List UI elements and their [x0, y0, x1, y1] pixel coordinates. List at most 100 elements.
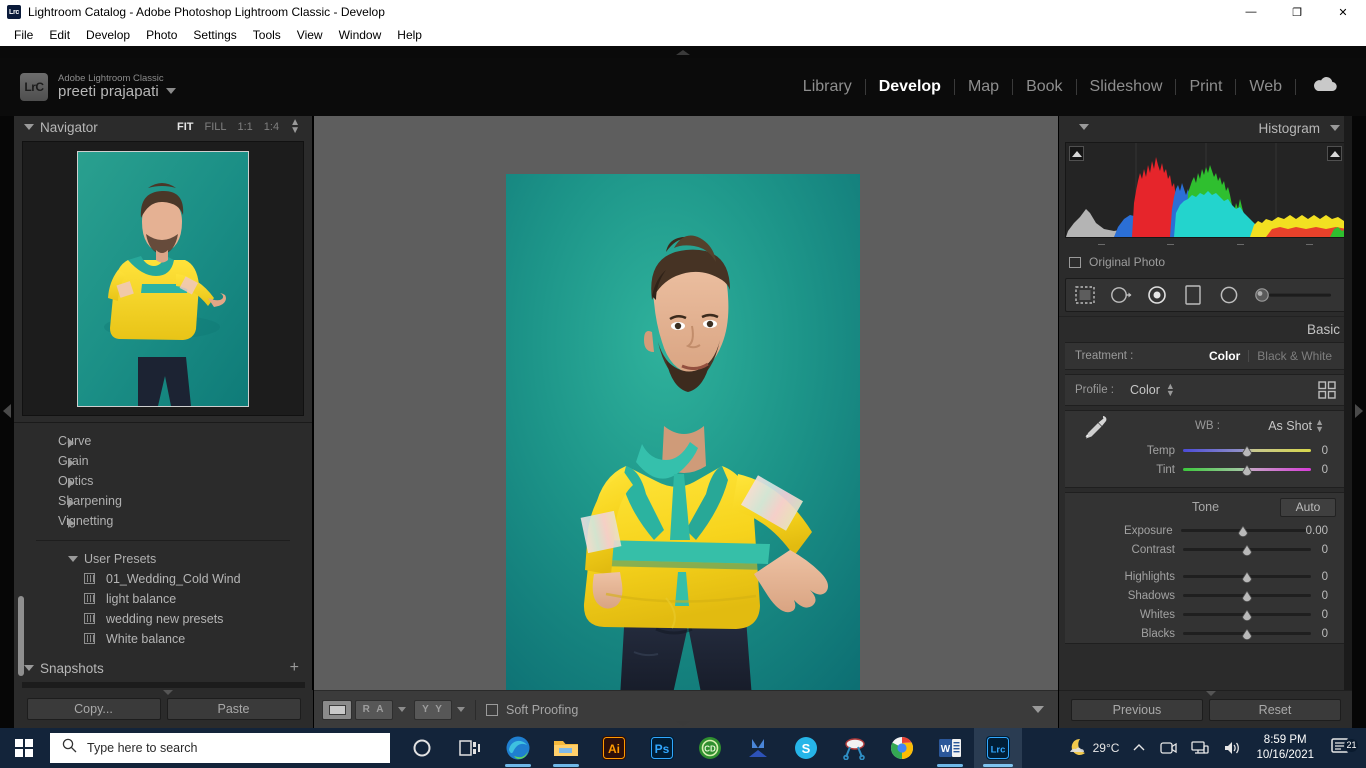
- zoom-fit[interactable]: FIT: [177, 121, 194, 133]
- slider-temp[interactable]: Temp 0: [1065, 441, 1346, 460]
- wb-value[interactable]: As Shot: [1268, 419, 1312, 433]
- preset-item[interactable]: 01_Wedding_Cold Wind: [14, 569, 312, 589]
- snapshots-header[interactable]: Snapshots +: [14, 656, 313, 680]
- weather-widget[interactable]: 29°C: [1060, 737, 1127, 760]
- before-after-dropdown-icon[interactable]: [398, 707, 406, 712]
- crop-overlay-icon[interactable]: [1074, 284, 1096, 306]
- clock[interactable]: 8:59 PM 10/16/2021: [1248, 733, 1322, 763]
- volume-icon[interactable]: [1216, 740, 1248, 756]
- coreldraw-icon[interactable]: CD: [686, 728, 734, 768]
- cortana-icon[interactable]: [398, 728, 446, 768]
- previous-button[interactable]: Previous: [1071, 698, 1203, 721]
- menu-settings[interactable]: Settings: [185, 25, 244, 45]
- identity-plate[interactable]: LrC Adobe Lightroom Classic preeti praja…: [20, 73, 176, 101]
- adobe-illustrator-icon[interactable]: Ai: [590, 728, 638, 768]
- preset-item[interactable]: wedding new presets: [14, 609, 312, 629]
- red-eye-icon[interactable]: [1146, 284, 1168, 306]
- before-after-left-right-button[interactable]: R A: [355, 699, 393, 720]
- before-after-top-bottom-button[interactable]: Y Y: [414, 699, 452, 720]
- slider-track[interactable]: [1180, 524, 1306, 537]
- panel-optics[interactable]: Optics: [14, 471, 312, 491]
- radial-filter-icon[interactable]: [1218, 284, 1240, 306]
- zoom-stepper-icon[interactable]: ▲ ▼: [290, 118, 300, 136]
- treatment-color-option[interactable]: Color: [1209, 349, 1240, 363]
- paste-button[interactable]: Paste: [166, 698, 301, 720]
- soft-proofing-checkbox[interactable]: [486, 703, 498, 716]
- copy-button[interactable]: Copy...: [26, 698, 161, 720]
- slider-track[interactable]: [1183, 608, 1311, 621]
- panel-sharpening[interactable]: Sharpening: [14, 491, 312, 511]
- navigator-preview[interactable]: [22, 141, 304, 416]
- treatment-bw-option[interactable]: Black & White: [1257, 349, 1332, 363]
- slider-handle[interactable]: [1242, 570, 1253, 583]
- menu-develop[interactable]: Develop: [78, 25, 138, 45]
- navigator-header[interactable]: Navigator FIT FILL 1:1 1:4 ▲ ▼: [14, 116, 312, 138]
- profile-browser-icon[interactable]: [1318, 381, 1336, 399]
- slider-blacks[interactable]: Blacks 0: [1065, 624, 1346, 643]
- right-panel-collapse-edge[interactable]: [1352, 116, 1366, 728]
- module-map[interactable]: Map: [955, 78, 1012, 96]
- loupe-view-button[interactable]: [322, 699, 352, 720]
- menu-edit[interactable]: Edit: [41, 25, 78, 45]
- show-hidden-icons-chevron[interactable]: [1126, 743, 1152, 753]
- graduated-filter-icon[interactable]: [1182, 284, 1204, 306]
- top-panel-collapse-strip[interactable]: [0, 46, 1366, 58]
- network-icon[interactable]: [1184, 740, 1216, 756]
- original-photo-row[interactable]: Original Photo: [1059, 250, 1352, 274]
- preset-item[interactable]: White balance: [14, 629, 312, 649]
- reset-button[interactable]: Reset: [1209, 698, 1341, 721]
- slider-handle[interactable]: [1242, 463, 1253, 476]
- slider-exposure[interactable]: Exposure 0.00: [1065, 521, 1346, 540]
- menu-tools[interactable]: Tools: [245, 25, 289, 45]
- adobe-photoshop-icon[interactable]: Ps: [638, 728, 686, 768]
- slider-track[interactable]: [1183, 463, 1311, 476]
- slider-track[interactable]: [1183, 570, 1311, 583]
- add-snapshot-button[interactable]: +: [290, 660, 299, 676]
- lightroom-classic-icon[interactable]: Lrc: [974, 728, 1022, 768]
- slider-track[interactable]: [1183, 589, 1311, 602]
- image-canvas-area[interactable]: R A Y Y Soft Proofing: [314, 116, 1058, 728]
- zoom-1-1[interactable]: 1:1: [238, 121, 253, 133]
- slider-handle[interactable]: [1242, 627, 1253, 640]
- slider-handle[interactable]: [1242, 444, 1253, 457]
- close-button[interactable]: ✕: [1320, 0, 1366, 24]
- slider-handle[interactable]: [1242, 608, 1253, 621]
- microsoft-word-icon[interactable]: W: [926, 728, 974, 768]
- task-view-icon[interactable]: [446, 728, 494, 768]
- microsoft-edge-icon[interactable]: [494, 728, 542, 768]
- menu-photo[interactable]: Photo: [138, 25, 185, 45]
- slider-handle[interactable]: [1238, 524, 1249, 537]
- spot-removal-icon[interactable]: [1110, 284, 1132, 306]
- module-web[interactable]: Web: [1236, 78, 1295, 96]
- toolbar-options-chevron-icon[interactable]: [1032, 706, 1044, 713]
- zoom-1-4[interactable]: 1:4: [264, 121, 279, 133]
- panel-vignetting[interactable]: Vignetting: [14, 511, 312, 531]
- original-photo-checkbox[interactable]: [1069, 256, 1081, 268]
- photo-preview[interactable]: [506, 174, 860, 698]
- menu-help[interactable]: Help: [389, 25, 430, 45]
- panel-resize-handle[interactable]: [163, 690, 173, 695]
- panel-resize-handle[interactable]: [1206, 691, 1216, 696]
- slider-track[interactable]: [1183, 444, 1311, 457]
- snipping-tool-icon[interactable]: [830, 728, 878, 768]
- adjustment-brush-icon[interactable]: [1254, 284, 1334, 306]
- google-chrome-icon[interactable]: [878, 728, 926, 768]
- slider-handle[interactable]: [1242, 543, 1253, 556]
- slider-handle[interactable]: [1242, 589, 1253, 602]
- filmstrip-collapse-chevron-icon[interactable]: [676, 721, 690, 726]
- camera-icon[interactable]: [1152, 740, 1184, 756]
- wb-stepper-icon[interactable]: ▲ ▼: [1315, 418, 1324, 434]
- histogram-header[interactable]: Histogram: [1059, 116, 1352, 140]
- left-panel-collapse-edge[interactable]: [0, 116, 14, 728]
- slider-whites[interactable]: Whites 0: [1065, 605, 1346, 624]
- skype-icon[interactable]: S: [782, 728, 830, 768]
- profile-stepper-icon[interactable]: ▲ ▼: [1166, 382, 1175, 398]
- slider-tint[interactable]: Tint 0: [1065, 460, 1346, 479]
- chevron-down-icon[interactable]: [165, 87, 176, 94]
- module-book[interactable]: Book: [1013, 78, 1075, 96]
- file-explorer-icon[interactable]: [542, 728, 590, 768]
- menu-view[interactable]: View: [289, 25, 331, 45]
- module-print[interactable]: Print: [1176, 78, 1235, 96]
- panel-curve[interactable]: Curve: [14, 431, 312, 451]
- before-after-dropdown-icon-2[interactable]: [457, 707, 465, 712]
